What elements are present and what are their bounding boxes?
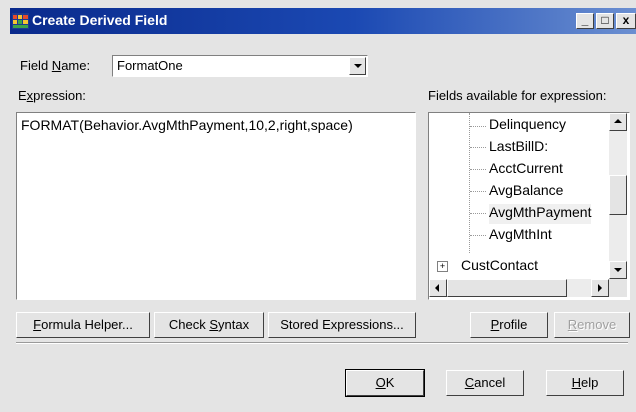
- arrow-right-icon: [598, 284, 602, 292]
- vertical-scroll-thumb[interactable]: [609, 175, 627, 215]
- window-title: Create Derived Field: [32, 12, 168, 28]
- field-name-combo[interactable]: FormatOne: [112, 55, 368, 77]
- check-syntax-button[interactable]: Check Syntax: [154, 312, 264, 338]
- ok-button[interactable]: OK: [345, 369, 425, 397]
- scroll-down-button[interactable]: [609, 261, 627, 279]
- tree-branch-line: [470, 235, 486, 236]
- tree-branch-line: [470, 213, 486, 214]
- scroll-up-button[interactable]: [609, 113, 627, 131]
- tree-item-avgmthint[interactable]: AvgMthInt: [489, 226, 552, 246]
- create-derived-field-dialog: Create Derived Field _ □ x Field Name: F…: [0, 0, 636, 412]
- expression-label: Expression:: [18, 88, 86, 103]
- scroll-corner: [609, 279, 627, 297]
- remove-button[interactable]: Remove: [554, 312, 630, 338]
- tree-item-acctcurrent[interactable]: AcctCurrent: [489, 160, 563, 180]
- minimize-button[interactable]: _: [576, 13, 594, 29]
- scroll-left-button[interactable]: [429, 279, 447, 297]
- formula-helper-button[interactable]: Formula Helper...: [16, 312, 150, 338]
- tree-branch-line: [470, 191, 486, 192]
- arrow-left-icon: [435, 284, 439, 292]
- stored-expressions-button[interactable]: Stored Expressions...: [268, 312, 416, 338]
- field-name-value: FormatOne: [117, 58, 183, 73]
- maximize-button[interactable]: □: [596, 13, 614, 29]
- tree-item-avgbalance[interactable]: AvgBalance: [489, 182, 563, 202]
- tree-item-delinquency[interactable]: Delinquency: [489, 116, 566, 136]
- tree-branch-line: [470, 126, 486, 127]
- arrow-up-icon: [614, 119, 622, 123]
- fields-tree[interactable]: Delinquency LastBillD: AcctCurrent AvgBa…: [428, 112, 630, 300]
- horizontal-scrollbar[interactable]: [429, 279, 609, 297]
- app-icon: [12, 13, 29, 29]
- scroll-right-button[interactable]: [591, 279, 609, 297]
- maximize-icon: □: [601, 13, 609, 27]
- cancel-button[interactable]: Cancel: [446, 370, 524, 396]
- expand-icon[interactable]: +: [437, 261, 448, 272]
- arrow-down-icon: [614, 268, 622, 272]
- tree-item-custcontact[interactable]: CustContact: [461, 257, 538, 273]
- tree-branch-line: [470, 169, 486, 170]
- expression-textarea[interactable]: FORMAT(Behavior.AvgMthPayment,10,2,right…: [16, 112, 416, 300]
- close-button[interactable]: x: [616, 13, 636, 29]
- horizontal-scroll-thumb[interactable]: [447, 279, 567, 297]
- separator: [16, 342, 628, 344]
- field-name-dropdown-button[interactable]: [349, 57, 366, 75]
- tree-branch-line: [470, 147, 486, 148]
- fields-available-label: Fields available for expression:: [428, 88, 607, 103]
- profile-button[interactable]: Profile: [470, 312, 548, 338]
- vertical-scrollbar[interactable]: [609, 113, 627, 279]
- minimize-icon: _: [581, 13, 589, 27]
- field-name-label: Field Name:: [20, 58, 91, 73]
- expression-text: FORMAT(Behavior.AvgMthPayment,10,2,right…: [21, 117, 353, 133]
- close-icon: x: [622, 13, 630, 27]
- tree-item-lastbilld[interactable]: LastBillD:: [489, 138, 548, 158]
- tree-guide-line: [469, 113, 470, 253]
- tree-item-avgmthpayment[interactable]: AvgMthPayment: [489, 204, 592, 224]
- title-bar[interactable]: Create Derived Field _ □ x: [10, 8, 636, 34]
- chevron-down-icon: [354, 64, 362, 68]
- help-button[interactable]: Help: [546, 370, 624, 396]
